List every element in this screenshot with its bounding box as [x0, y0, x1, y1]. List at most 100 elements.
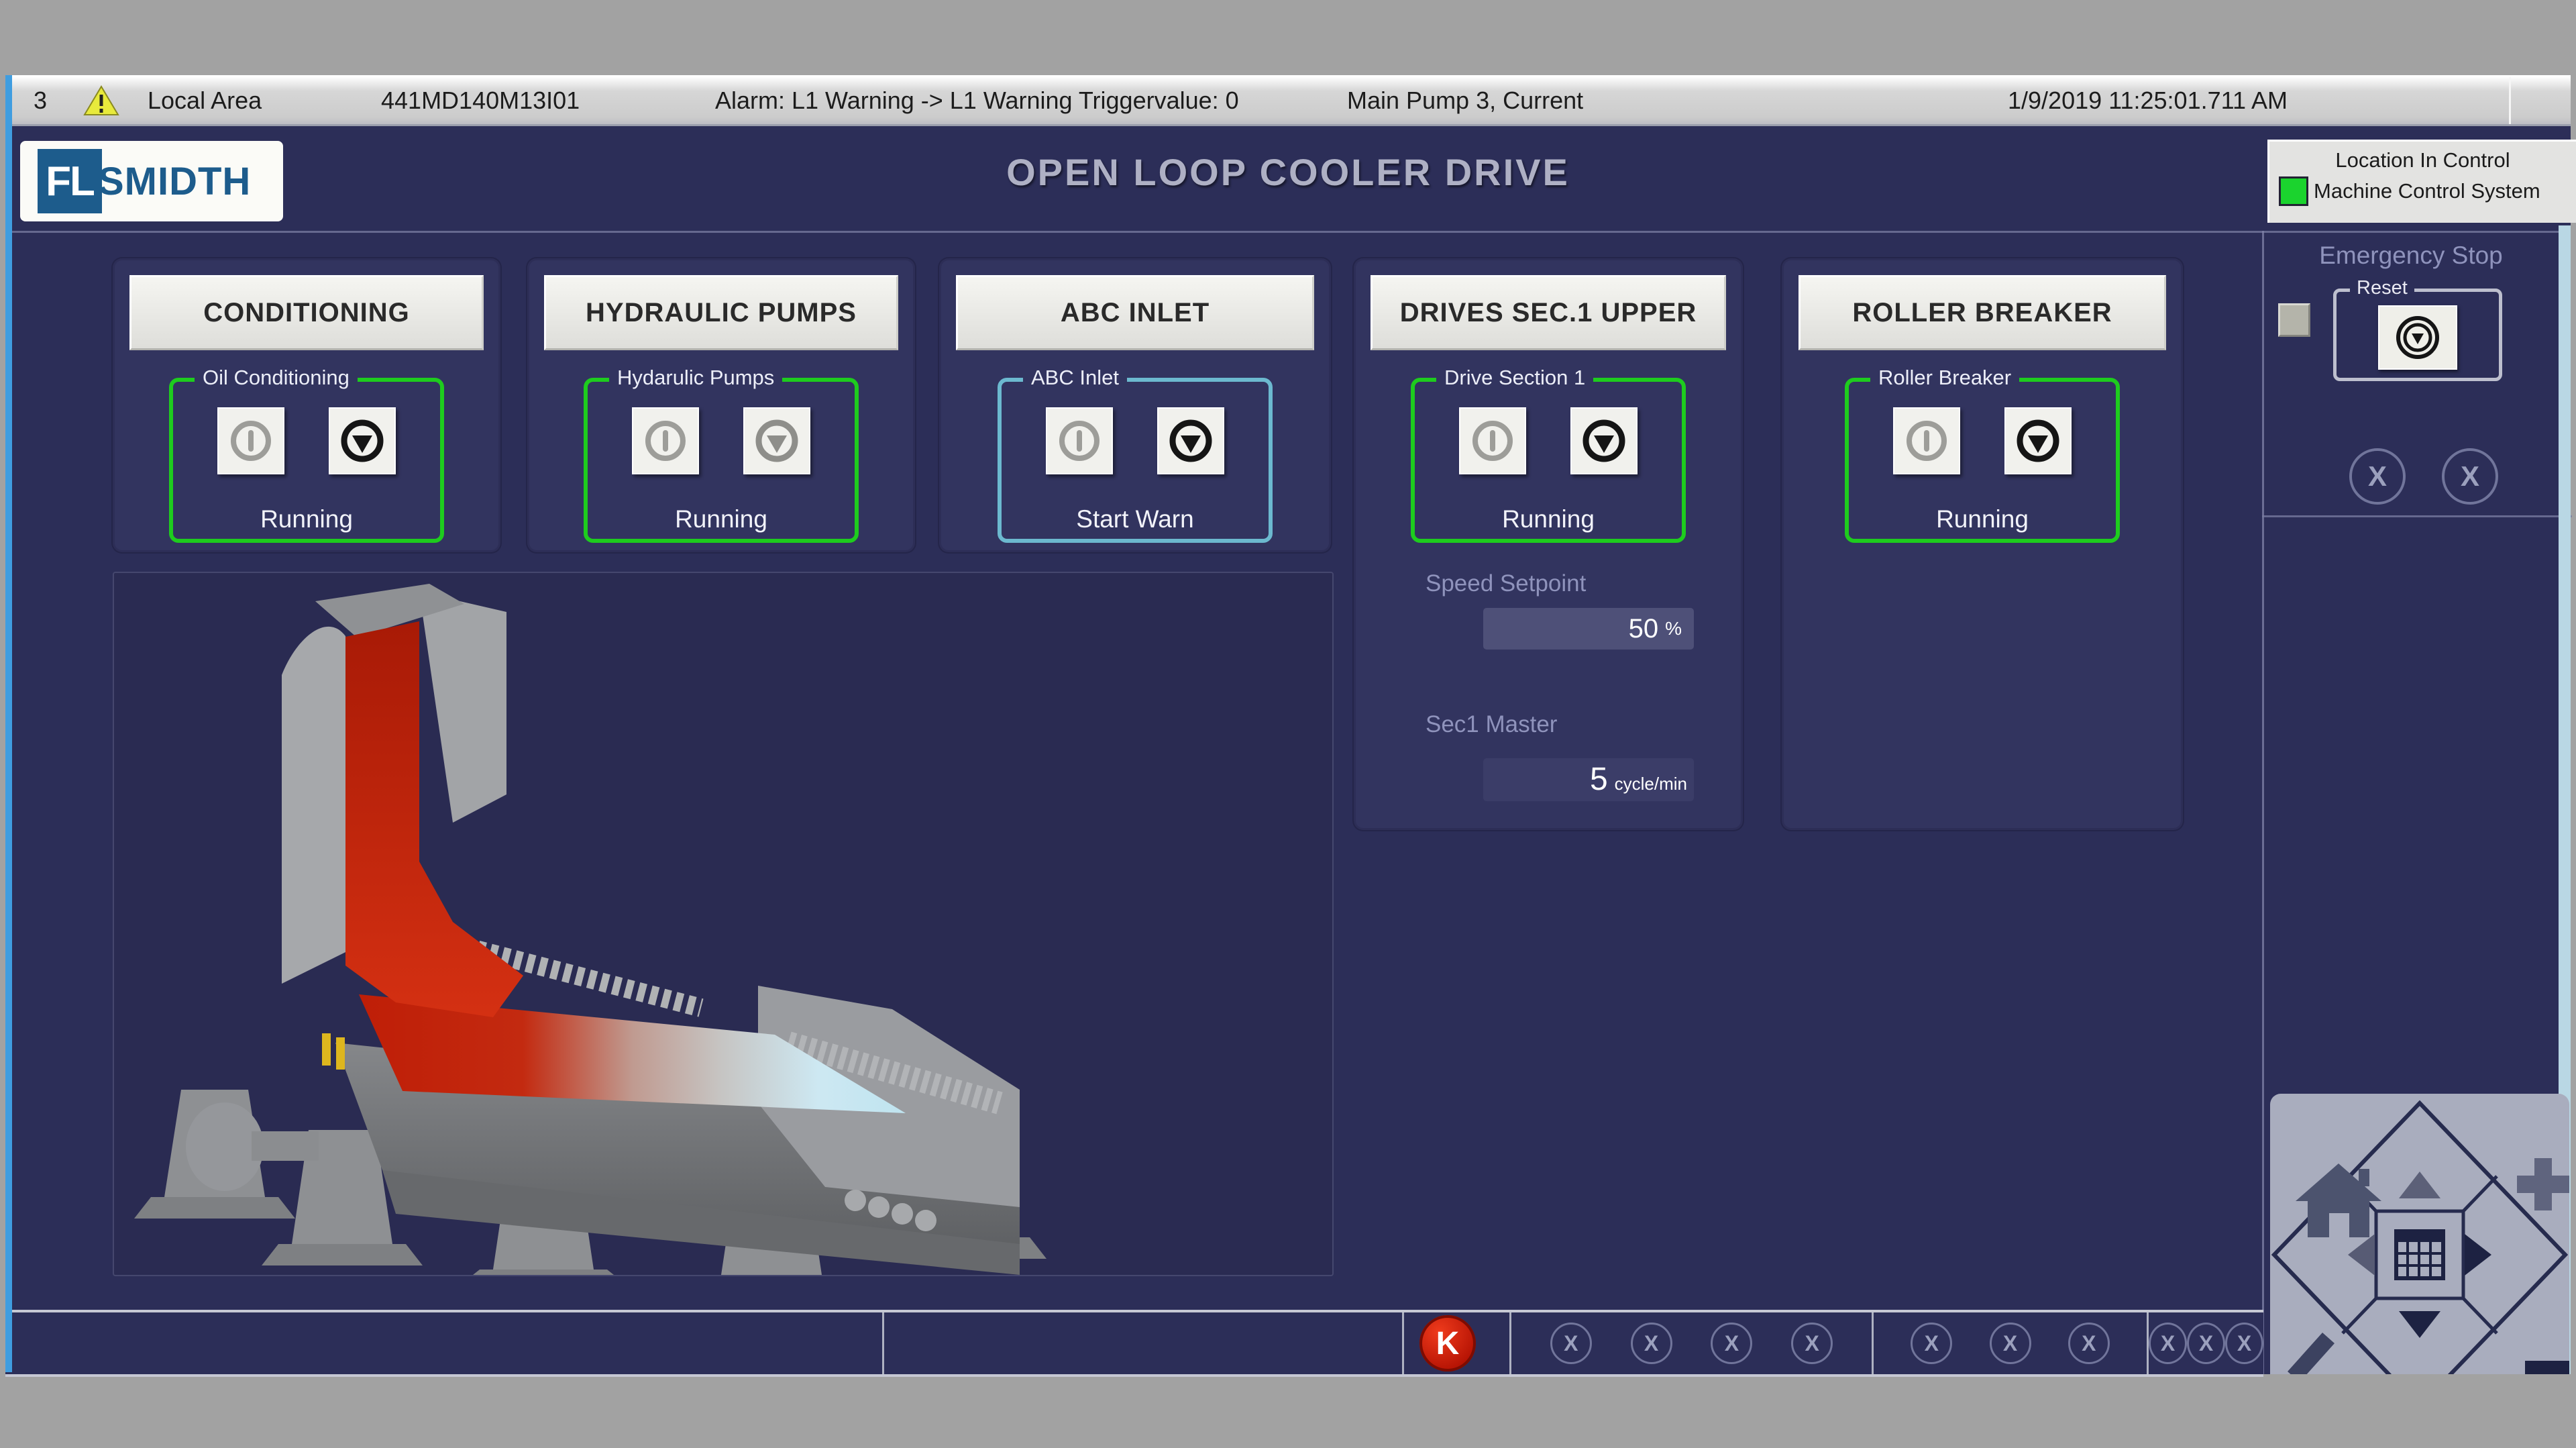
alarm-bar-divider: [2509, 77, 2511, 124]
x-indicator-icon: X: [2187, 1323, 2225, 1364]
location-in-control-box: Location In Control Machine Control Syst…: [2267, 140, 2576, 223]
page-title: OPEN LOOP COOLER DRIVE: [0, 150, 2576, 194]
reset-group: Reset: [2333, 289, 2502, 381]
stop-triangle-icon: [338, 417, 386, 465]
group-label: Oil Conditioning: [195, 366, 358, 390]
emergency-stop-label: Emergency Stop: [2263, 242, 2559, 270]
sec1-master-value-box: 5 cycle/min: [1483, 758, 1694, 801]
panel-hydraulic-pumps: HYDRAULIC PUMPS Hydarulic Pumps Running: [527, 258, 915, 552]
panel-roller-breaker: ROLLER BREAKER Roller Breaker Running: [1782, 258, 2183, 830]
roller-breaker-start-button[interactable]: [1893, 407, 1960, 474]
bottom-status-bar: K X X X X X X X X X X: [5, 1310, 2263, 1377]
x-glyph: X: [2368, 460, 2387, 493]
warning-icon: [83, 85, 119, 117]
nav-down-arrow-icon[interactable]: [2399, 1311, 2440, 1338]
drive-section-1-group: Drive Section 1 Running: [1411, 378, 1686, 543]
oil-conditioning-group: Oil Conditioning Running: [169, 378, 444, 543]
reset-label: Reset: [2350, 277, 2414, 299]
navigation-pad: [2270, 1094, 2569, 1374]
sidebar-horizontal-divider: [2262, 515, 2572, 517]
stop-triangle-icon: [1580, 417, 1628, 465]
zoom-in-icon[interactable]: [2517, 1158, 2569, 1210]
nav-up-arrow-icon[interactable]: [2399, 1172, 2440, 1198]
x-indicator-icon: X: [1550, 1323, 1592, 1364]
conditioning-header-button[interactable]: CONDITIONING: [129, 275, 484, 350]
hydraulic-pumps-group: Hydarulic Pumps Running: [584, 378, 859, 543]
alarm-tag: 441MD140M13I01: [381, 87, 580, 115]
nav-right-arrow-icon[interactable]: [2465, 1234, 2491, 1276]
hydraulic-stop-button[interactable]: [743, 407, 810, 474]
abc-inlet-start-button[interactable]: [1046, 407, 1113, 474]
x-indicator-icon: X: [1791, 1323, 1833, 1364]
drive-sec1-stop-button[interactable]: [1570, 407, 1638, 474]
stop-triangle-icon: [753, 417, 801, 465]
power-standby-icon: [1055, 417, 1104, 465]
abc-inlet-stop-button[interactable]: [1157, 407, 1224, 474]
location-line2: Machine Control System: [2314, 179, 2540, 203]
abc-inlet-header-button[interactable]: ABC INLET: [956, 275, 1314, 350]
trip-reset-icon: [2394, 314, 2441, 361]
panel-abc-inlet: ABC INLET ABC Inlet Start Warn: [939, 258, 1331, 552]
emergency-stop-square-button[interactable]: [2278, 303, 2310, 337]
x-indicator-icon: X: [1631, 1323, 1672, 1364]
x-indicator-group-2: X X X: [1874, 1312, 2147, 1374]
speed-setpoint-unit: %: [1665, 618, 1682, 639]
status-text: Running: [588, 505, 855, 533]
group-label: Hydarulic Pumps: [609, 366, 782, 390]
sec1-master-unit: cycle/min: [1615, 774, 1687, 794]
hydraulic-pumps-header-button[interactable]: HYDRAULIC PUMPS: [544, 275, 898, 350]
x-indicator-group-3: X X X: [2149, 1312, 2263, 1374]
keyboard-k-button[interactable]: K: [1419, 1315, 1476, 1372]
speed-setpoint-label: Speed Setpoint: [1426, 570, 1586, 597]
panel-drives-sec1-upper: DRIVES SEC.1 UPPER Drive Section 1 Runni…: [1354, 258, 1743, 830]
group-label: Drive Section 1: [1436, 366, 1593, 390]
alarm-source: Main Pump 3, Current: [1347, 87, 1583, 115]
interlock-x-icon: X: [2442, 448, 2498, 505]
status-text: Running: [173, 505, 440, 533]
nav-left-arrow-icon[interactable]: [2348, 1234, 2375, 1276]
in-control-indicator-icon: [2279, 176, 2308, 206]
group-label: ABC Inlet: [1023, 366, 1127, 390]
roller-breaker-header-button[interactable]: ROLLER BREAKER: [1799, 275, 2166, 350]
header-separator: [5, 231, 2571, 233]
power-standby-icon: [227, 417, 275, 465]
alarm-message: Alarm: L1 Warning -> L1 Warning Triggerv…: [715, 87, 1239, 115]
status-text: Start Warn: [1002, 505, 1269, 533]
reset-button[interactable]: [2378, 305, 2457, 370]
status-text: Running: [1415, 505, 1682, 533]
conditioning-start-button[interactable]: [217, 407, 284, 474]
alarm-bar[interactable]: 3 Local Area 441MD140M13I01 Alarm: L1 Wa…: [5, 75, 2571, 126]
drive-sec1-start-button[interactable]: [1459, 407, 1526, 474]
stop-triangle-icon: [1167, 417, 1215, 465]
x-indicator-icon: X: [1911, 1323, 1952, 1364]
x-indicator-icon: X: [1990, 1323, 2031, 1364]
x-indicator-icon: X: [1711, 1323, 1752, 1364]
window-edge-left: [5, 75, 12, 1372]
sidebar-separator: [2262, 231, 2264, 1374]
sec1-master-value: 5: [1590, 758, 1608, 801]
roller-breaker-stop-button[interactable]: [2004, 407, 2072, 474]
speed-setpoint-field[interactable]: 50 %: [1483, 608, 1694, 650]
power-standby-icon: [641, 417, 690, 465]
sec1-master-label: Sec1 Master: [1426, 711, 1557, 738]
power-standby-icon: [1902, 417, 1951, 465]
alarm-count: 3: [34, 87, 47, 115]
x-indicator-icon: X: [2225, 1323, 2263, 1364]
interlock-x-icon: X: [2349, 448, 2406, 505]
drives-sec1-header-button[interactable]: DRIVES SEC.1 UPPER: [1371, 275, 1726, 350]
nav-grid-center-icon[interactable]: [2396, 1231, 2443, 1278]
x-indicator-group-1: X X X X: [1511, 1312, 1872, 1374]
x-glyph: X: [2461, 460, 2479, 493]
conditioning-stop-button[interactable]: [329, 407, 396, 474]
abc-inlet-group: ABC Inlet Start Warn: [998, 378, 1273, 543]
power-standby-icon: [1468, 417, 1517, 465]
bottom-bar-divider: [1402, 1312, 1404, 1374]
cooler-machine-graphic: [114, 573, 1332, 1275]
stop-triangle-icon: [2014, 417, 2062, 465]
edit-pencil-icon[interactable]: [2288, 1333, 2334, 1374]
home-icon[interactable]: [2296, 1163, 2381, 1237]
x-indicator-icon: X: [2149, 1323, 2187, 1364]
zoom-out-icon[interactable]: [2525, 1361, 2569, 1374]
roller-breaker-group: Roller Breaker Running: [1845, 378, 2120, 543]
hydraulic-start-button[interactable]: [632, 407, 699, 474]
